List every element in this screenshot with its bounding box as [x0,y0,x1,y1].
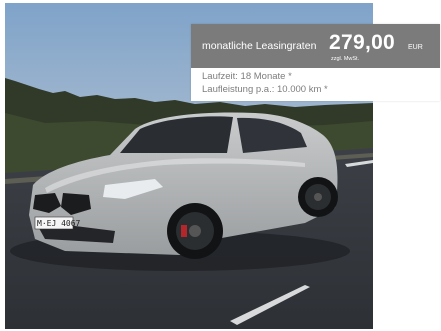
term-mileage: Laufleistung p.a.: 10.000 km * [202,84,328,95]
term-duration: Laufzeit: 18 Monate * [202,71,292,82]
leasing-rate-card: monatliche Leasingraten 279,00 EUR zzgl.… [191,24,440,101]
license-plate-text: M·EJ 4067 [37,219,81,228]
leasing-terms: Laufzeit: 18 Monate * Laufleistung p.a.:… [191,68,440,101]
leasing-rate-header: monatliche Leasingraten 279,00 EUR zzgl.… [191,24,440,68]
currency-label: EUR [408,44,423,51]
tax-note: zzgl. MwSt. [331,56,360,62]
leasing-price: 279,00 [329,31,396,54]
leasing-rate-label: monatliche Leasingraten [202,40,317,52]
